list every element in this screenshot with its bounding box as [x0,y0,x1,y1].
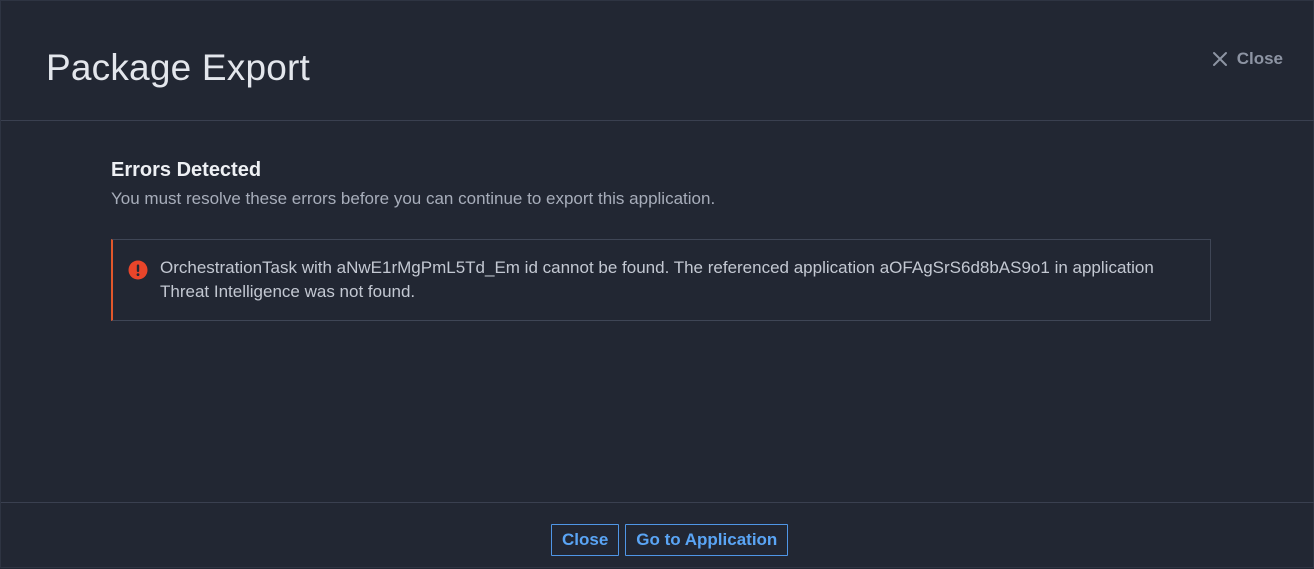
errors-heading: Errors Detected [111,159,262,181]
errors-subtitle: You must resolve these errors before you… [111,189,716,208]
modal-footer: Close Go to Application [1,502,1314,569]
close-button[interactable]: Close [551,524,620,556]
modal-title: Package Export [46,47,311,88]
package-export-modal: Package Export Close Errors Detected You… [0,0,1314,568]
modal-header: Package Export Close [1,1,1314,121]
error-item: OrchestrationTask with aNwE1rMgPmL5Td_Em… [111,239,1211,321]
header-close-button[interactable]: Close [1212,47,1283,71]
modal-body: Errors Detected You must resolve these e… [111,156,1211,321]
exclamation-circle-icon [128,260,148,280]
footer-buttons: Close Go to Application [551,524,789,556]
header-close-label: Close [1236,49,1283,68]
go-to-application-button[interactable]: Go to Application [625,524,789,556]
error-message: OrchestrationTask with aNwE1rMgPmL5Td_Em… [160,258,1154,301]
close-icon [1212,52,1227,66]
